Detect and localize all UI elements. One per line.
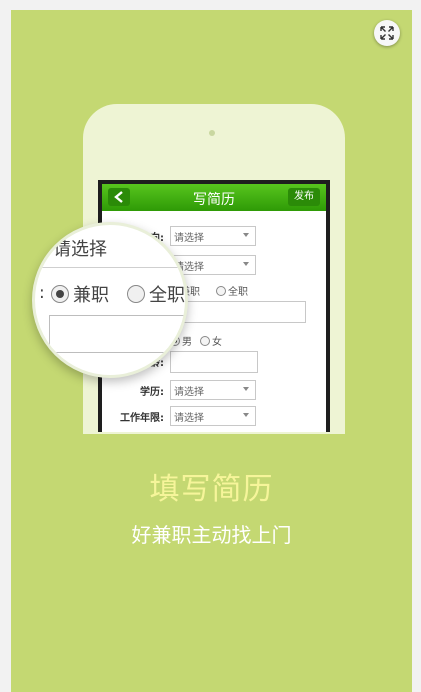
radio-circle-icon bbox=[127, 285, 145, 303]
expand-button[interactable] bbox=[374, 20, 400, 46]
select-value: 请选择 bbox=[174, 413, 204, 424]
intent-select[interactable]: 请选择 bbox=[170, 226, 256, 246]
radio-female[interactable]: 女 bbox=[200, 333, 222, 348]
magnified-part-time-label: 兼职 bbox=[73, 285, 109, 306]
publish-button[interactable]: 发布 bbox=[288, 188, 320, 206]
magnified-input bbox=[49, 315, 185, 353]
promo-subline: 好兼职主动找上门 bbox=[131, 523, 292, 547]
promo-headline: 填写简历 bbox=[149, 472, 274, 507]
experience-label: 工作年限: bbox=[120, 413, 164, 424]
dropdown-arrow-icon bbox=[243, 262, 249, 266]
education-select[interactable]: 请选择 bbox=[170, 380, 256, 400]
radio-full-time[interactable]: 全职 bbox=[216, 283, 248, 298]
expand-arrows-icon bbox=[380, 26, 394, 40]
select-value: 请选择 bbox=[174, 387, 204, 398]
radio-full-time-label: 全职 bbox=[228, 287, 248, 298]
select-value: 请选择 bbox=[174, 233, 204, 244]
age-input[interactable] bbox=[170, 351, 258, 373]
education-label: 学历: bbox=[140, 387, 164, 398]
radio-circle-icon bbox=[216, 285, 226, 296]
text-input[interactable] bbox=[170, 301, 306, 323]
dropdown-arrow-icon bbox=[243, 413, 249, 417]
magnified-select-text: 请选择 bbox=[53, 239, 107, 260]
magnified-radio-part-time: 兼职 bbox=[51, 281, 109, 307]
phone-speaker bbox=[209, 130, 215, 136]
radio-female-label: 女 bbox=[212, 337, 222, 348]
radio-circle-icon bbox=[200, 335, 210, 346]
magnified-full-time-label: 全职 bbox=[149, 285, 185, 306]
dialog-frame: 写简历 发布 意向: 请选择 请选择 兼职 全职 男 女 年龄: bbox=[0, 0, 421, 692]
magnified-divider bbox=[35, 267, 185, 268]
dropdown-arrow-icon bbox=[243, 387, 249, 391]
dropdown-arrow-icon bbox=[243, 233, 249, 237]
radio-selected-icon bbox=[51, 285, 69, 303]
magnified-radio-full-time: 全职 bbox=[127, 281, 185, 307]
magnified-colon: : bbox=[39, 283, 45, 303]
app-navbar: 写简历 发布 bbox=[102, 184, 326, 211]
experience-select[interactable]: 请选择 bbox=[170, 406, 256, 426]
magnifier-lens: 请选择 : 兼职 全职 bbox=[32, 222, 188, 378]
